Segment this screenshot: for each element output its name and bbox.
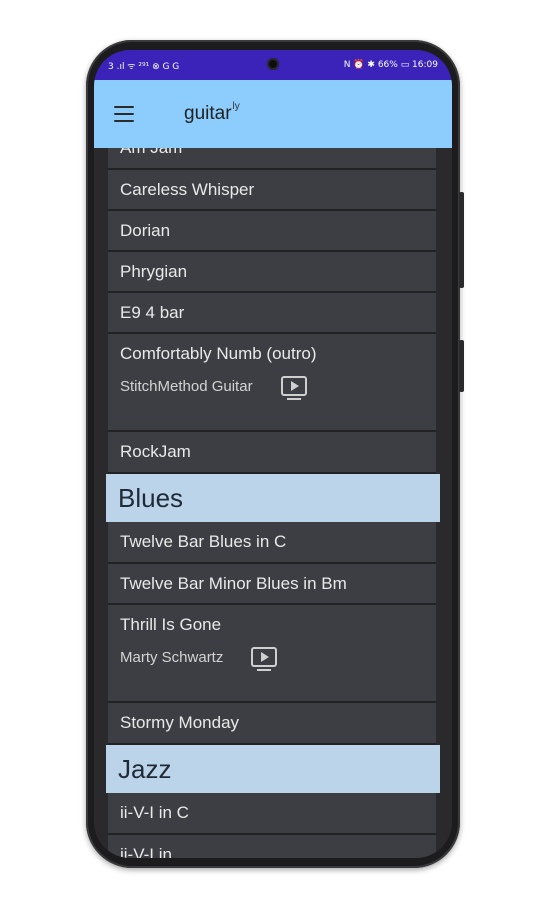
list-item[interactable]: Thrill Is Gone Marty Schwartz <box>108 605 436 703</box>
list-item-author-row: Marty Schwartz <box>120 647 436 671</box>
status-right: N ⏰ ✱ 66% ▭ 16:09 <box>343 60 438 70</box>
list-item[interactable]: Dorian <box>108 211 436 252</box>
list-item-title: Am Jam <box>120 148 436 168</box>
app-title: guitarly <box>184 100 240 125</box>
phone-frame: 3 .ıl ᯤ ²⁹¹ ⊗ G G N ⏰ ✱ 66% ▭ 16:09 guit… <box>86 40 464 868</box>
list-item-title: Thrill Is Gone <box>120 615 222 634</box>
list-item-title: Twelve Bar Blues in C <box>120 532 287 551</box>
list-item-title: Phrygian <box>120 262 188 281</box>
list-item[interactable]: Am Jam <box>108 148 436 170</box>
app-title-superscript: ly <box>232 100 240 112</box>
list-item[interactable]: Twelve Bar Minor Blues in Bm <box>108 564 436 605</box>
list-item-title: ii-V-I in ... <box>120 845 191 858</box>
list-item[interactable]: Twelve Bar Blues in C <box>108 522 436 564</box>
list-item-title: Careless Whisper <box>120 180 255 199</box>
screen: 3 .ıl ᯤ ²⁹¹ ⊗ G G N ⏰ ✱ 66% ▭ 16:09 guit… <box>94 50 452 858</box>
list-item[interactable]: ii-V-I in ... <box>108 835 436 858</box>
list-item-author-row: StitchMethod Guitar <box>120 376 436 400</box>
power-button <box>459 340 464 392</box>
front-camera <box>267 58 279 70</box>
list-item-author: StitchMethod Guitar <box>120 377 253 395</box>
list-item[interactable]: Comfortably Numb (outro) StitchMethod Gu… <box>108 334 436 432</box>
video-icon[interactable] <box>251 647 278 671</box>
list-item[interactable]: Phrygian <box>108 252 436 293</box>
section-header-jazz: Jazz <box>106 745 440 793</box>
list-item-title: Twelve Bar Minor Blues in Bm <box>120 574 347 593</box>
list-item-title: Comfortably Numb (outro) <box>120 344 317 363</box>
list-item[interactable]: ii-V-I in C <box>108 793 436 835</box>
list-item[interactable]: RockJam <box>108 432 436 474</box>
list-item-title: E9 4 bar <box>120 303 185 322</box>
app-title-text: guitar <box>184 103 232 124</box>
menu-icon[interactable] <box>114 106 134 122</box>
app-bar: guitarly <box>94 80 452 148</box>
section-header-blues: Blues <box>106 474 440 522</box>
list-item-title: Dorian <box>120 221 171 240</box>
list-item-title: RockJam <box>120 442 191 461</box>
list-item-title: Stormy Monday <box>120 713 240 732</box>
list-item[interactable]: E9 4 bar <box>108 293 436 334</box>
video-icon[interactable] <box>280 376 307 400</box>
list-item[interactable]: Stormy Monday <box>108 703 436 745</box>
volume-button <box>459 192 464 288</box>
status-left: 3 .ıl ᯤ ²⁹¹ ⊗ G G <box>108 61 180 72</box>
list-item[interactable]: Careless Whisper <box>108 170 436 211</box>
song-list[interactable]: Am Jam Careless Whisper Dorian Phrygian … <box>94 148 452 858</box>
list-item-author: Marty Schwartz <box>120 648 224 666</box>
list-item-title: ii-V-I in C <box>120 803 189 822</box>
